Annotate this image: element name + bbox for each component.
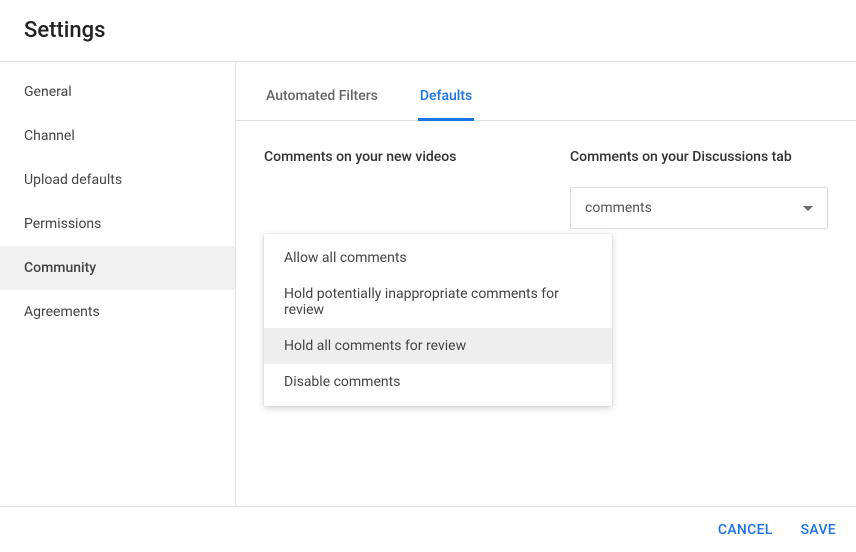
sidebar-item-agreements[interactable]: Agreements (0, 290, 235, 334)
discussions-select[interactable]: comments (570, 187, 828, 229)
new-videos-label: Comments on your new videos (264, 149, 542, 165)
dropdown-option-hold-all[interactable]: Hold all comments for review (264, 328, 612, 364)
dropdown-option-label: Allow all comments (284, 250, 407, 266)
cancel-button[interactable]: CANCEL (718, 522, 773, 538)
header: Settings (0, 0, 856, 61)
footer: CANCEL SAVE (0, 506, 856, 552)
new-videos-column: Comments on your new videos (264, 149, 542, 229)
sidebar-item-upload-defaults[interactable]: Upload defaults (0, 158, 235, 202)
discussions-label: Comments on your Discussions tab (570, 149, 828, 165)
sidebar-item-label: Channel (24, 128, 75, 144)
tab-label: Automated Filters (266, 88, 378, 104)
tab-automated-filters[interactable]: Automated Filters (264, 82, 380, 121)
new-videos-dropdown: Allow all comments Hold potentially inap… (264, 234, 612, 406)
content: Automated Filters Defaults Comments on y… (236, 62, 856, 506)
sidebar-item-channel[interactable]: Channel (0, 114, 235, 158)
dropdown-option-label: Hold all comments for review (284, 338, 466, 354)
sidebar-item-label: General (24, 84, 72, 100)
sidebar: General Channel Upload defaults Permissi… (0, 62, 236, 506)
defaults-panel: Comments on your new videos Comments on … (236, 121, 856, 229)
tab-label: Defaults (420, 88, 472, 104)
dropdown-option-label: Disable comments (284, 374, 400, 390)
caret-down-icon (803, 206, 813, 211)
tabs: Automated Filters Defaults (236, 62, 856, 121)
discussions-column: Comments on your Discussions tab comment… (570, 149, 828, 229)
sidebar-item-general[interactable]: General (0, 70, 235, 114)
sidebar-item-community[interactable]: Community (0, 246, 235, 290)
sidebar-item-label: Agreements (24, 304, 100, 320)
sidebar-item-label: Permissions (24, 216, 101, 232)
sidebar-item-permissions[interactable]: Permissions (0, 202, 235, 246)
sidebar-item-label: Upload defaults (24, 172, 122, 188)
main: General Channel Upload defaults Permissi… (0, 62, 856, 506)
dropdown-option-allow-all[interactable]: Allow all comments (264, 240, 612, 276)
save-button[interactable]: SAVE (801, 522, 836, 538)
page-title: Settings (24, 18, 832, 43)
sidebar-item-label: Community (24, 260, 96, 276)
dropdown-option-label: Hold potentially inappropriate comments … (284, 286, 559, 318)
tab-defaults[interactable]: Defaults (418, 82, 474, 121)
dropdown-option-hold-inappropriate[interactable]: Hold potentially inappropriate comments … (264, 276, 612, 328)
discussions-select-value: comments (585, 200, 652, 216)
dropdown-option-disable[interactable]: Disable comments (264, 364, 612, 400)
